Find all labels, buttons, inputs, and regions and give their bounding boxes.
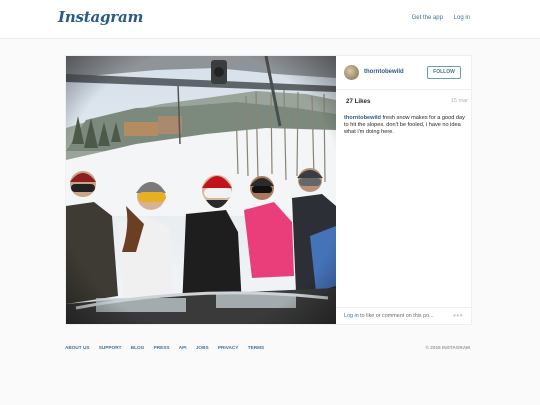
footer-link-blog[interactable]: BLOG [131,345,145,350]
comment-bar: Log in to like or comment on this po... … [336,307,471,324]
comment-prompt: Log in to like or comment on this po... [344,313,434,319]
follow-button[interactable]: FOLLOW [427,66,461,79]
login-link[interactable]: Log in [454,15,470,21]
post-timestamp: 15 mar [450,98,468,104]
copyright: © 2015 INSTAGRAM [425,345,470,350]
post-sidebar: thorntobewild FOLLOW 27 Likes 15 mar tho… [336,56,471,324]
more-options-icon[interactable]: ••• [453,311,463,320]
caption: thorntobewild fresh snow makes for a goo… [344,115,468,137]
footer: ABOUT US SUPPORT BLOG PRESS API JOBS PRI… [65,345,470,350]
footer-link-jobs[interactable]: JOBS [196,345,209,350]
instagram-logo[interactable]: Instagram [58,8,143,26]
comment-prompt-text: to like or comment on this po... [358,313,434,319]
top-navigation-bar: Instagram Get the app Log in [0,0,540,39]
footer-link-about[interactable]: ABOUT US [65,345,89,350]
ski-lift-photo-illustration [66,56,336,324]
comment-login-link[interactable]: Log in [344,313,359,319]
caption-username[interactable]: thorntobewild [344,115,381,121]
footer-link-support[interactable]: SUPPORT [99,345,122,350]
username-link[interactable]: thorntobewild [364,69,404,75]
post-header: thorntobewild FOLLOW [336,56,471,90]
post-photo[interactable] [66,56,336,324]
avatar[interactable] [344,65,359,80]
footer-link-api[interactable]: API [179,345,187,350]
post-card: thorntobewild FOLLOW 27 Likes 15 mar tho… [65,55,472,325]
footer-link-terms[interactable]: TERMS [248,345,264,350]
get-the-app-link[interactable]: Get the app [412,15,443,21]
top-links: Get the app Log in [403,15,470,21]
likes-count[interactable]: 27 Likes [346,98,370,105]
footer-link-press[interactable]: PRESS [154,345,170,350]
footer-link-privacy[interactable]: PRIVACY [218,345,239,350]
